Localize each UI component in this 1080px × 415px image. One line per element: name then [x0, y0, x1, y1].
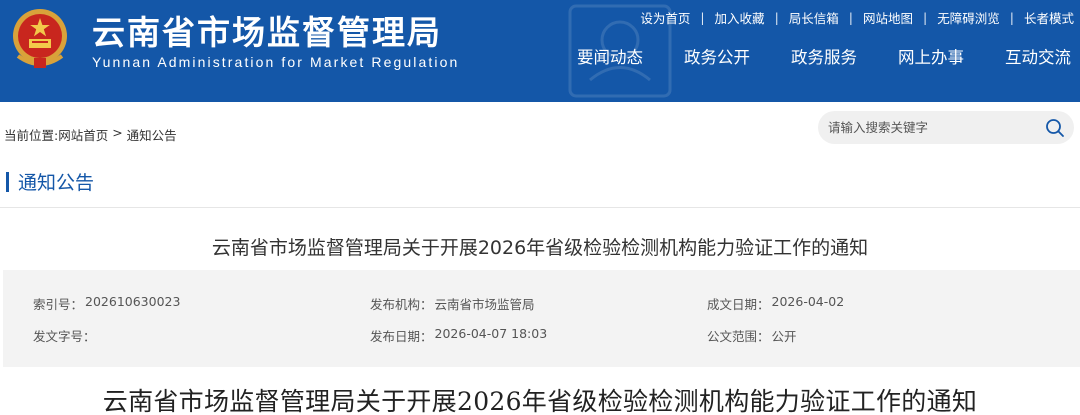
nav-item-news[interactable]: 要闻动态	[577, 44, 643, 68]
search-input[interactable]	[828, 111, 1038, 144]
director-mailbox-link[interactable]: 局长信箱	[789, 8, 839, 27]
top-link-separator: |	[700, 10, 705, 25]
meta-written-date: 成文日期： 2026-04-02	[707, 294, 844, 313]
add-favorite-link[interactable]: 加入收藏	[715, 8, 765, 27]
section-header: 通知公告	[6, 169, 94, 194]
top-link-separator: |	[848, 10, 854, 25]
meta-document-scope: 公文范围： 公开	[707, 326, 797, 345]
breadcrumb-prefix: 当前位置:	[4, 128, 59, 143]
meta-label: 发布机构：	[370, 297, 433, 312]
search-box	[818, 111, 1074, 144]
search-icon[interactable]	[1045, 118, 1065, 138]
sitemap-link[interactable]: 网站地图	[863, 8, 913, 27]
meta-value: 云南省市场监管局	[434, 297, 535, 312]
article-body-title: 云南省市场监督管理局关于开展2026年省级检验检测机构能力验证工作的通知	[102, 387, 978, 415]
meta-index-number: 索引号： 202610630023	[33, 294, 180, 313]
section-title: 通知公告	[18, 172, 95, 194]
section-accent-bar	[6, 171, 9, 192]
breadcrumb-current[interactable]: 通知公告	[127, 125, 177, 144]
meta-label: 公文范围：	[707, 329, 770, 344]
site-subtitle: Yunnan Administration for Market Regulat…	[92, 54, 460, 70]
top-link-separator: |	[774, 10, 779, 25]
main-nav: 要闻动态 政务公开 政务服务 网上办事 互动交流	[560, 36, 1080, 76]
section-divider	[0, 207, 1080, 208]
nav-item-government-services[interactable]: 政务服务	[791, 44, 857, 68]
article-title: 云南省市场监督管理局关于开展2026年省级检验检测机构能力验证工作的通知	[211, 237, 869, 259]
set-homepage-link[interactable]: 设为首页	[640, 8, 690, 27]
meta-label: 发布日期：	[370, 329, 433, 344]
meta-value: 2026-04-07 18:03	[434, 326, 548, 341]
breadcrumb-separator: >	[108, 125, 127, 140]
meta-value: 2026-04-02	[771, 294, 845, 309]
top-link-separator: |	[923, 10, 928, 25]
nav-item-interaction[interactable]: 互动交流	[1005, 44, 1071, 68]
elder-mode-link[interactable]: 长者模式	[1024, 8, 1074, 27]
site-title: 云南省市场监督管理局	[92, 13, 442, 52]
meta-label: 发文字号：	[33, 329, 96, 344]
national-emblem-icon	[13, 9, 67, 68]
breadcrumb-home-link[interactable]: 网站首页	[58, 125, 108, 144]
article-meta-panel: 索引号： 202610630023 发布机构： 云南省市场监管局 成文日期： 2…	[3, 270, 1080, 367]
top-links: 设为首页 | 加入收藏 | 局长信箱 | 网站地图 | 无障碍浏览 | 长者模式	[640, 8, 1074, 27]
meta-label: 索引号：	[33, 297, 84, 312]
meta-value: 202610630023	[85, 294, 181, 309]
site-header: 云南省市场监督管理局 Yunnan Administration for Mar…	[0, 0, 1080, 102]
meta-value: 公开	[771, 329, 797, 344]
meta-label: 成文日期：	[707, 297, 770, 312]
breadcrumb: 当前位置: 网站首页 > 通知公告	[4, 125, 177, 144]
top-link-separator: |	[1009, 10, 1014, 25]
accessibility-link[interactable]: 无障碍浏览	[937, 8, 1000, 27]
nav-item-online-services[interactable]: 网上办事	[898, 44, 964, 68]
nav-item-government-affairs[interactable]: 政务公开	[684, 44, 750, 68]
meta-publishing-agency: 发布机构： 云南省市场监管局	[370, 294, 535, 313]
meta-document-number: 发文字号：	[33, 326, 98, 345]
meta-publish-date: 发布日期： 2026-04-07 18:03	[370, 326, 547, 345]
